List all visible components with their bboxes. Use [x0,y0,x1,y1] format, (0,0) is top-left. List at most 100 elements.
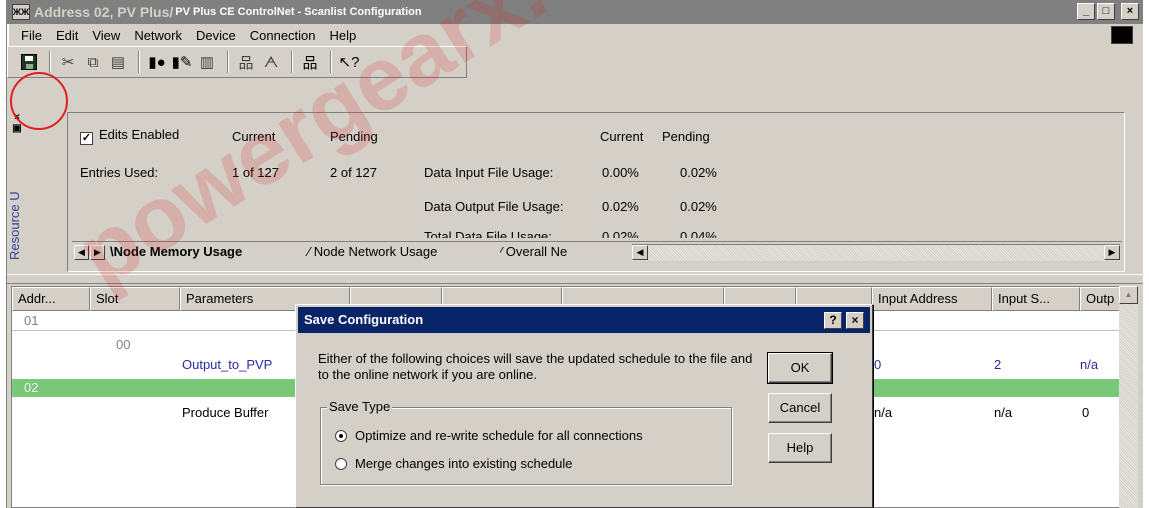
col-header-input-size[interactable]: Input S... [992,287,1080,311]
tab-overall-network[interactable]: ⁄ Overall Ne [500,244,610,259]
network-icon[interactable]: 品 [235,51,257,73]
dialog-close-button[interactable]: × [846,312,864,329]
pane-splitter[interactable] [7,274,1143,284]
usage-current: 0.00% [602,165,639,180]
paste-icon[interactable]: ▤ [107,51,129,73]
online-status-icon [1111,26,1133,44]
toolbar-separator [138,51,140,73]
cut-icon[interactable]: ✂ [57,51,79,73]
radio-label: Optimize and re-write schedule for all c… [355,428,643,443]
node-config-icon[interactable]: ▥ [196,51,218,73]
tab-node-network-usage[interactable]: ⁄ Node Network Usage [308,244,437,259]
menu-connection[interactable]: Connection [250,28,316,43]
toolbar-separator [227,51,229,73]
network-online-icon[interactable]: 品 [299,51,321,73]
edits-enabled-label: Edits Enabled [99,127,180,142]
usage-current: 0.02% [602,199,639,214]
cell-addr: 02 [24,380,39,395]
tab-label: Overall Ne [505,244,568,259]
col-header-output[interactable]: Outp [1080,287,1122,311]
tab-prev-icon[interactable]: ◀ [74,245,89,260]
menu-bar: File Edit View Network Device Connection… [7,24,1143,46]
panel-float-icon[interactable]: ▣ [9,123,25,134]
cell-input-size: 2 [994,357,1002,372]
copy-icon[interactable]: ⧉ [82,51,104,73]
tab-scrollbar[interactable]: ◀ ▶ [632,244,1120,261]
menu-device[interactable]: Device [196,28,236,43]
radio-label: Merge changes into existing schedule [355,456,573,471]
usage-pending: 0.02% [680,165,717,180]
grid-vertical-scrollbar[interactable]: ▲ [1119,286,1138,508]
menu-network[interactable]: Network [134,28,182,43]
network-alt-icon[interactable]: ᗅ [260,51,282,73]
resource-panel: ✓ Edits Enabled Current Pending Current P… [67,112,1125,272]
col-header-addr[interactable]: Addr... [12,287,90,311]
col-header-slot[interactable]: Slot [90,287,180,311]
menu-edit[interactable]: Edit [56,28,78,43]
node-edit-icon[interactable]: ▮✎ [171,51,193,73]
col-pending: Pending [330,129,378,144]
cell-parameters: Output_to_PVP [182,357,273,372]
save-type-group: Save Type Optimize and re-write schedule… [320,399,732,485]
app-window: ЖЖ Address 02, PV Plus/ PV Plus CE Contr… [6,0,1143,508]
tab-node-memory-usage[interactable]: \Node Memory Usage [110,244,242,259]
scroll-up-icon[interactable]: ▲ [1119,286,1138,304]
ok-button[interactable]: OK [767,352,833,384]
scroll-right-icon[interactable]: ▶ [1104,245,1120,260]
dialog-help-button[interactable]: ? [824,312,842,329]
title-bar: ЖЖ Address 02, PV Plus/ PV Plus CE Contr… [7,0,1143,24]
save-type-label: Save Type [327,399,393,414]
panel-close-icon[interactable]: × [9,112,25,123]
resource-tabs: ◀ ▶ \Node Memory Usage ⁄ Node Network Us… [72,241,1122,263]
help-pointer-icon[interactable]: ↖? [338,51,360,73]
cell-addr: 01 [24,313,39,328]
cancel-button[interactable]: Cancel [768,393,832,423]
maximize-button[interactable]: □ [1097,3,1115,20]
dialog-title: Save Configuration [304,312,424,327]
entries-used-pending: 2 of 127 [330,165,377,180]
cell-output: n/a [1080,357,1099,372]
close-button[interactable]: × [1121,3,1139,20]
window-title-doc: PV Plus CE ControlNet - Scanlist Configu… [175,6,422,18]
help-button[interactable]: Help [768,433,832,463]
menu-help[interactable]: Help [330,28,357,43]
usage-label: Data Input File Usage: [424,165,554,180]
resource-panel-label: Resource U [7,191,22,260]
dialog-title-bar: Save Configuration ? × [298,307,870,333]
scroll-left-icon[interactable]: ◀ [632,245,648,260]
save-button[interactable] [18,51,40,73]
radio-unselected-icon [335,458,347,470]
menu-view[interactable]: View [92,28,120,43]
minimize-button[interactable]: _ [1077,3,1095,20]
radio-selected-icon [335,430,347,442]
cell-slot: 00 [116,337,131,352]
tab-label: Node Network Usage [313,244,438,259]
menu-file[interactable]: File [21,28,42,43]
node-icon[interactable]: ▮● [146,51,168,73]
entries-used-label: Entries Used: [80,165,159,180]
cell-parameters: Produce Buffer [182,405,269,420]
cell-input-address: n/a [874,405,893,420]
save-configuration-dialog: Save Configuration ? × Either of the fol… [295,304,873,508]
cell-output: 0 [1082,405,1090,420]
usage-label: Data Output File Usage: [424,199,564,214]
toolbar-separator [291,51,293,73]
usage-col-pending: Pending [662,129,710,144]
toolbar-separator [49,51,51,73]
usage-col-current: Current [600,129,644,144]
tab-next-icon[interactable]: ▶ [90,245,105,260]
radio-merge[interactable]: Merge changes into existing schedule [335,456,573,471]
col-header-input-address[interactable]: Input Address [872,287,992,311]
dialog-message: Either of the following choices will sav… [318,351,753,382]
cell-input-size: n/a [994,405,1013,420]
toolbar: ✂ ⧉ ▤ ▮● ▮✎ ▥ 品 ᗅ 品 ↖? [7,46,467,78]
col-current: Current [232,129,276,144]
cell-input-address: 0 [874,357,882,372]
app-icon: ЖЖ [12,4,30,20]
toolbar-separator [330,51,332,73]
edits-enabled-checkbox[interactable]: ✓ Edits Enabled [80,127,179,145]
window-title-app: Address 02, PV Plus/ [34,4,174,20]
radio-optimize[interactable]: Optimize and re-write schedule for all c… [335,428,643,443]
checkbox-icon: ✓ [80,132,93,145]
save-icon [21,54,37,70]
